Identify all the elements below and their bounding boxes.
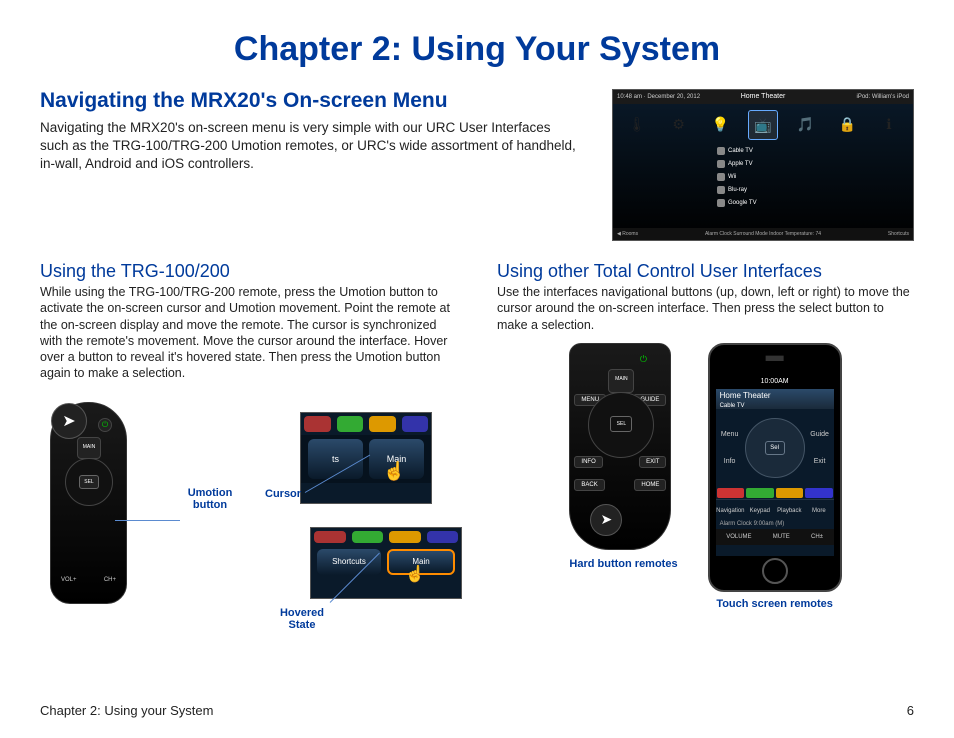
touch-remote-caption: Touch screen remotes — [708, 598, 842, 610]
tv-bottom-right: Shortcuts — [888, 231, 909, 237]
phone-dpad-icon: Sel — [745, 418, 805, 478]
cursor-tab: ts — [308, 439, 363, 479]
home-button-icon — [762, 558, 788, 584]
right-body: Use the interfaces navigational buttons … — [497, 284, 914, 333]
tv-icon-security: 🔒 — [833, 110, 861, 138]
power-icon: ⏻ — [636, 352, 650, 366]
phone-playback-tab: Playback — [775, 499, 805, 519]
tv-title: Home Theater — [613, 90, 913, 100]
phone-guide-label: Guide — [810, 431, 830, 438]
phone-alarm-text: Alarm Clock 9:00am (M) — [716, 519, 834, 529]
phone-title-text: Home Theater — [720, 391, 771, 400]
power-icon: ⏻ — [98, 418, 112, 432]
phone-info-label: Info — [720, 458, 740, 465]
phone-more-tab: More — [804, 499, 834, 519]
tv-icon-info: ℹ — [875, 110, 903, 138]
tv-list-item: Apple TV — [713, 158, 793, 170]
phone-menu-label: Menu — [720, 431, 740, 438]
callout-line — [115, 520, 180, 521]
sel-button: SEL — [79, 475, 99, 489]
tv-list-item: Google TV — [713, 197, 793, 209]
left-body: While using the TRG-100/TRG-200 remote, … — [40, 284, 457, 382]
phone-keypad-tab: Keypad — [745, 499, 775, 519]
ch-label: CH+ — [104, 577, 116, 583]
trg-remote-figure: ⏻ MAIN SEL ➤ VOL+ CH+ — [50, 402, 127, 604]
main-button: MAIN — [608, 369, 634, 393]
phone-statusbar: 10:00AM — [716, 375, 834, 389]
phone-title: Home Theater Cable TV — [716, 389, 834, 409]
left-figure-area: ⏻ MAIN SEL ➤ VOL+ CH+ Umotion button ts — [40, 392, 457, 652]
tv-list-item: Wii — [713, 171, 793, 183]
phone-vol-label: VOLUME — [726, 534, 751, 540]
phone-exit-label: Exit — [810, 458, 830, 465]
back-label: BACK — [574, 479, 604, 491]
tv-icon-music: 🎵 — [792, 110, 820, 138]
cursor-hand-icon: ☝ — [405, 564, 425, 584]
tv-list-item: Blu-ray — [713, 184, 793, 196]
vol-label: VOL+ — [61, 577, 77, 583]
phone-mute-label: MUTE — [773, 534, 790, 540]
tv-bottom-left: ◀ Rooms — [617, 231, 638, 237]
sel-button: SEL — [610, 416, 632, 432]
hard-remote-figure: ⏻ MAIN MENU GUIDE SEL INFO EXIT BACK HOM… — [569, 343, 671, 550]
hovered-callout-label: Hovered State — [272, 607, 332, 631]
footer-page-number: 6 — [907, 703, 914, 718]
tv-source-list: Cable TV Apple TV Wii Blu-ray Google TV — [713, 145, 793, 210]
umotion-button-icon: ➤ — [51, 403, 87, 439]
phone-speaker-icon: ▬ — [710, 345, 840, 371]
cursor-callout-label: Cursor — [265, 488, 301, 500]
arrow-icon: ➤ — [590, 504, 622, 536]
tv-icon-comfort: 🌡 — [623, 110, 651, 138]
tv-bottom-mid: Alarm Clock Surround Mode Indoor Tempera… — [705, 231, 821, 237]
intro-paragraph: Navigating the MRX20's on-screen menu is… — [40, 119, 582, 174]
tv-icon-lights: 💡 — [706, 110, 734, 138]
tv-screenshot: 10:48 am · December 20, 2012 iPod: Willi… — [612, 89, 914, 241]
cursor-hand-icon: ☝ — [383, 461, 405, 482]
chapter-title: Chapter 2: Using Your System — [40, 30, 914, 69]
info-label: INFO — [574, 456, 602, 468]
footer-chapter: Chapter 2: Using your System — [40, 703, 213, 718]
section-heading: Navigating the MRX20's On-screen Menu — [40, 89, 582, 113]
tv-list-item: Cable TV — [713, 145, 793, 157]
umotion-callout-label: Umotion button — [180, 487, 240, 511]
phone-ch-label: CH± — [811, 534, 823, 540]
phone-sel-button: Sel — [765, 441, 785, 455]
hover-inset: Shortcuts Main ☝ — [310, 527, 462, 599]
exit-label: EXIT — [639, 456, 666, 468]
hard-remote-caption: Hard button remotes — [569, 558, 677, 570]
phone-nav-tab: Navigation — [716, 499, 746, 519]
right-heading: Using other Total Control User Interface… — [497, 261, 914, 282]
tv-icon-settings: ⚙ — [665, 110, 693, 138]
tv-icon-entertainment: 📺 — [748, 110, 778, 140]
left-heading: Using the TRG-100/200 — [40, 261, 457, 282]
home-label: HOME — [634, 479, 666, 491]
main-button: MAIN — [77, 437, 101, 459]
phone-figure: ▬ 10:00AM Home Theater Cable TV Menu Inf… — [708, 343, 842, 592]
